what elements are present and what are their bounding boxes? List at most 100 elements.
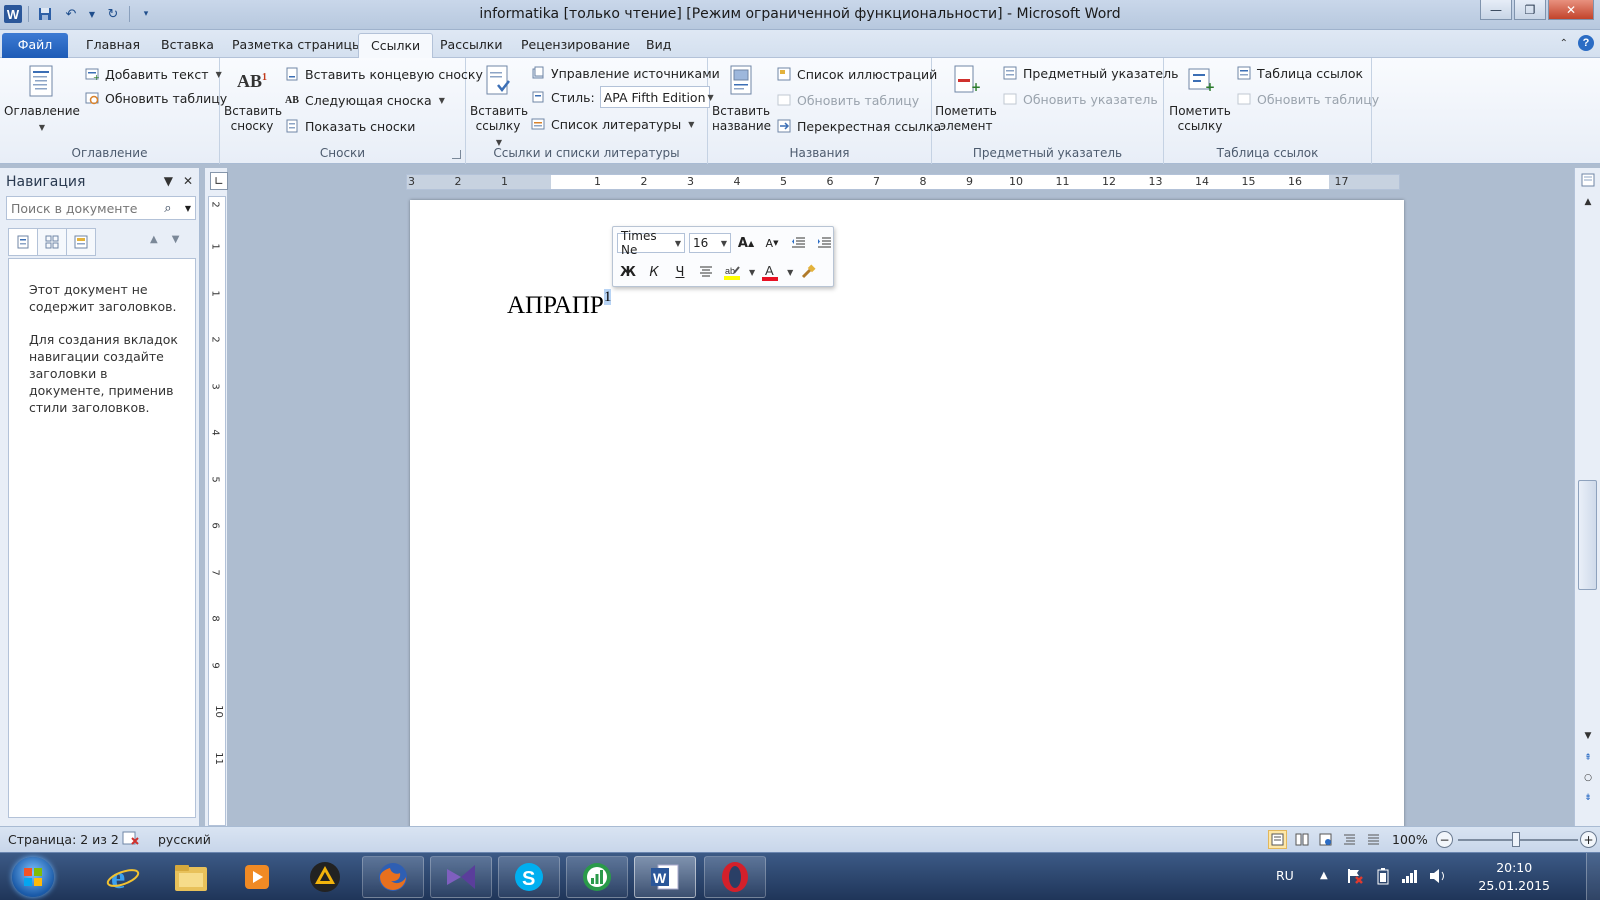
chevron-down-icon[interactable]: ▼ xyxy=(787,268,793,277)
opera-icon[interactable] xyxy=(704,856,766,898)
ruler-toggle-icon[interactable] xyxy=(1579,172,1597,188)
start-button[interactable] xyxy=(12,857,54,897)
volume-icon[interactable] xyxy=(1428,867,1448,888)
skype-icon[interactable]: S xyxy=(498,856,560,898)
vertical-ruler[interactable]: 2 1 1 2 3 4 5 6 7 8 9 10 11 xyxy=(208,196,226,826)
show-hidden-icons-icon[interactable]: ▲ xyxy=(1320,870,1328,881)
shrink-font-icon[interactable]: A ▼ xyxy=(761,232,783,254)
tab-stop-selector[interactable]: ∟ xyxy=(210,172,228,190)
align-center-icon[interactable] xyxy=(695,261,717,283)
action-center-icon[interactable] xyxy=(1346,867,1364,888)
show-desktop-button[interactable] xyxy=(1586,853,1600,900)
nav-pages-tab[interactable] xyxy=(37,228,67,256)
file-explorer-icon[interactable] xyxy=(160,856,222,898)
web-layout-icon[interactable] xyxy=(1316,830,1335,849)
tab-insert[interactable]: Вставка xyxy=(149,33,226,58)
document-body[interactable]: АПРАПР1 xyxy=(507,289,612,320)
insert-citation-button[interactable]: Вставить ссылку ▼ xyxy=(470,64,528,150)
proofing-icon[interactable] xyxy=(120,830,140,851)
network-signal-icon[interactable] xyxy=(1400,867,1418,888)
visual-studio-icon[interactable] xyxy=(430,856,492,898)
font-color-icon[interactable]: A xyxy=(759,261,781,283)
tab-home[interactable]: Главная xyxy=(74,33,152,58)
update-figures-button[interactable]: Обновить таблицу xyxy=(776,89,919,111)
toc-button[interactable]: Оглавление ▼ xyxy=(4,64,80,135)
input-language[interactable]: RU xyxy=(1276,868,1294,883)
insert-caption-button[interactable]: Вставить название xyxy=(712,64,771,134)
decrease-indent-icon[interactable] xyxy=(787,232,809,254)
daemon-tools-icon[interactable] xyxy=(294,856,356,898)
previous-heading-icon[interactable]: ▲ xyxy=(150,234,158,245)
zoom-in-icon[interactable]: + xyxy=(1580,831,1597,848)
vertical-scrollbar[interactable]: ▲ ▼ ⇞ ○ ⇟ xyxy=(1574,168,1600,826)
mini-font-select[interactable]: Times Ne ▼ xyxy=(617,229,685,257)
full-screen-reading-icon[interactable] xyxy=(1292,830,1311,849)
mark-entry-button[interactable]: + Пометить элемент xyxy=(934,64,998,134)
scroll-up-icon[interactable]: ▲ xyxy=(1579,194,1597,210)
close-icon[interactable]: ✕ xyxy=(183,174,193,188)
document-page[interactable]: АПРАПР1 xyxy=(410,200,1404,840)
insert-table-of-authorities-button[interactable]: Таблица ссылок xyxy=(1236,62,1363,84)
bold-button[interactable]: Ж xyxy=(617,261,639,283)
nav-headings-tab[interactable] xyxy=(8,228,38,256)
tab-review[interactable]: Рецензирование xyxy=(509,33,642,58)
footnote-reference[interactable]: 1 xyxy=(603,289,612,305)
tab-references[interactable]: Ссылки xyxy=(358,33,434,59)
next-page-icon[interactable]: ⇟ xyxy=(1579,790,1597,806)
internet-explorer-icon[interactable]: e xyxy=(92,856,154,898)
insert-endnote-button[interactable]: Вставить концевую сноску xyxy=(284,63,483,85)
cross-reference-button[interactable]: Перекрестная ссылка xyxy=(776,115,941,137)
clock[interactable]: 20:10 25.01.2015 xyxy=(1478,859,1550,895)
underline-button[interactable]: Ч xyxy=(669,261,691,283)
tab-mailings[interactable]: Рассылки xyxy=(428,33,514,58)
zoom-level[interactable]: 100% xyxy=(1392,832,1428,847)
chevron-down-icon[interactable]: ▼ xyxy=(185,204,191,213)
nav-results-tab[interactable] xyxy=(66,228,96,256)
print-layout-icon[interactable] xyxy=(1268,830,1287,849)
minimize-ribbon-icon[interactable]: ⌃ xyxy=(1560,38,1568,49)
battery-icon[interactable] xyxy=(1374,867,1392,888)
next-heading-icon[interactable]: ▼ xyxy=(172,234,180,245)
restore-button[interactable]: ❐ xyxy=(1514,0,1546,20)
media-player-icon[interactable] xyxy=(226,856,288,898)
close-button[interactable]: ✕ xyxy=(1548,0,1594,20)
manage-sources-button[interactable]: Управление источниками xyxy=(530,62,720,84)
minimize-button[interactable]: — xyxy=(1480,0,1512,20)
update-authorities-button[interactable]: Обновить таблицу xyxy=(1236,88,1379,110)
grow-font-icon[interactable]: A ▲ xyxy=(735,232,757,254)
word-taskbar-icon[interactable]: W xyxy=(634,856,696,898)
footnotes-launcher-icon[interactable] xyxy=(452,150,461,159)
tab-page-layout[interactable]: Разметка страницы xyxy=(220,33,374,58)
add-text-button[interactable]: + Добавить текст ▼ xyxy=(84,63,222,85)
insert-index-button[interactable]: Предметный указатель xyxy=(1002,62,1178,84)
horizontal-ruler[interactable]: 3 2 1 1 2 3 4 5 6 7 8 9 10 11 12 13 14 15 16 17 xyxy=(406,174,1400,190)
italic-button[interactable]: К xyxy=(643,261,665,283)
document-text[interactable]: АПРАПР xyxy=(507,292,604,319)
update-index-button[interactable]: Обновить указатель xyxy=(1002,88,1158,110)
highlight-icon[interactable]: ab xyxy=(721,261,743,283)
table-of-figures-button[interactable]: Список иллюстраций xyxy=(776,63,937,85)
zoom-slider-thumb[interactable] xyxy=(1512,832,1520,847)
bibliography-button[interactable]: Список литературы ▼ xyxy=(530,113,694,135)
chevron-down-icon[interactable]: ▼ xyxy=(749,268,755,277)
zoom-out-icon[interactable]: − xyxy=(1436,831,1453,848)
select-browse-object-icon[interactable]: ○ xyxy=(1579,770,1597,786)
show-notes-button[interactable]: Показать сноски xyxy=(284,115,415,137)
next-footnote-button[interactable]: AB Следующая сноска ▼ xyxy=(284,89,445,111)
firefox-icon[interactable] xyxy=(362,856,424,898)
citation-style-select[interactable]: APA Fifth Edition ▼ xyxy=(599,86,714,108)
nav-options-icon[interactable]: ▼ xyxy=(164,174,173,188)
mark-citation-button[interactable]: + Пометить ссылку xyxy=(1168,64,1232,134)
format-painter-icon[interactable] xyxy=(797,261,819,283)
tab-file[interactable]: Файл xyxy=(2,33,68,58)
mini-size-select[interactable]: 16 ▼ xyxy=(689,233,731,253)
tab-view[interactable]: Вид xyxy=(634,33,683,58)
draft-icon[interactable] xyxy=(1364,830,1383,849)
insert-footnote-button[interactable]: AB1 Вставить сноску xyxy=(224,64,282,134)
help-icon[interactable]: ? xyxy=(1578,35,1594,51)
increase-indent-icon[interactable] xyxy=(813,232,835,254)
nav-search-input[interactable] xyxy=(11,200,151,216)
outline-icon[interactable] xyxy=(1340,830,1359,849)
previous-page-icon[interactable]: ⇞ xyxy=(1579,750,1597,766)
search-icon[interactable]: ⌕ xyxy=(164,201,171,216)
